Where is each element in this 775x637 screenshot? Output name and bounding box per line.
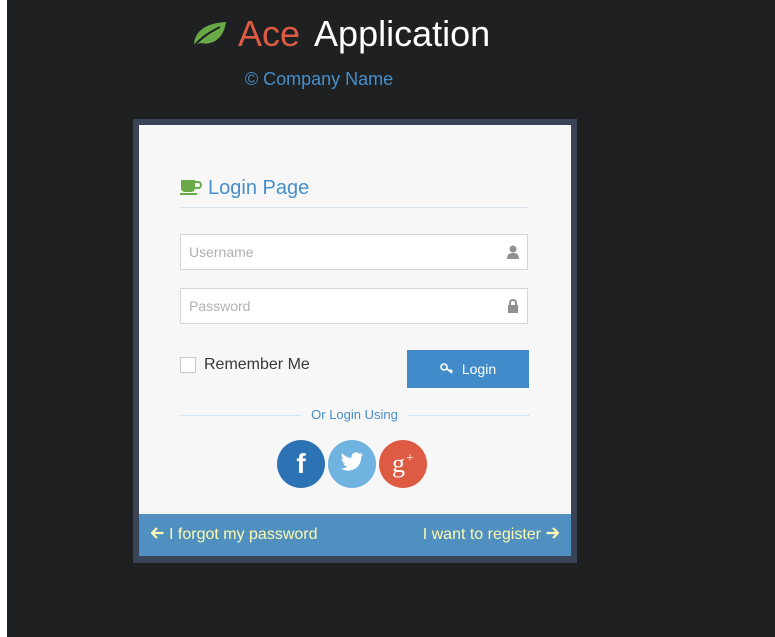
twitter-button[interactable] bbox=[328, 440, 376, 488]
google-plus-g: g bbox=[392, 449, 406, 478]
login-button[interactable]: Login bbox=[407, 350, 529, 388]
brand-application-text: Application bbox=[314, 13, 491, 54]
forgot-password-link[interactable]: I forgot my password bbox=[150, 526, 318, 544]
twitter-icon bbox=[340, 451, 364, 477]
lock-icon bbox=[507, 298, 519, 313]
login-widget: Login Page Remember Me bbox=[139, 125, 571, 556]
brand-ace-text: Ace bbox=[238, 13, 301, 54]
username-field bbox=[180, 234, 528, 270]
login-header: Login Page bbox=[180, 173, 529, 208]
register-link[interactable]: I want to register bbox=[422, 526, 560, 544]
social-login-buttons: f g+ bbox=[277, 440, 427, 488]
facebook-icon: f bbox=[296, 448, 306, 479]
forgot-password-label: I forgot my password bbox=[169, 526, 318, 543]
google-plus-button[interactable]: g+ bbox=[379, 440, 427, 488]
user-icon bbox=[507, 245, 519, 259]
password-field bbox=[180, 288, 528, 324]
key-icon bbox=[440, 361, 454, 377]
arrow-left-icon bbox=[150, 526, 164, 544]
login-header-title: Login Page bbox=[208, 177, 310, 199]
divider-line-left bbox=[180, 414, 302, 416]
login-toolbar: I forgot my password I want to register bbox=[139, 514, 571, 556]
google-plus-sign: + bbox=[406, 451, 414, 467]
register-label: I want to register bbox=[422, 526, 541, 543]
login-button-label: Login bbox=[461, 361, 497, 377]
facebook-button[interactable]: f bbox=[277, 440, 325, 488]
username-input[interactable] bbox=[181, 235, 527, 269]
google-plus-icon: g+ bbox=[392, 449, 414, 479]
password-input[interactable] bbox=[181, 289, 527, 323]
coffee-icon bbox=[180, 177, 202, 197]
social-divider: Or Login Using bbox=[180, 407, 529, 423]
remember-me[interactable]: Remember Me bbox=[180, 356, 310, 374]
arrow-right-icon bbox=[546, 526, 560, 544]
company-name: © Company Name bbox=[244, 69, 394, 89]
login-box: Login Page Remember Me bbox=[133, 119, 577, 563]
brand-title: Ace Application bbox=[190, 12, 490, 56]
remember-me-checkbox[interactable] bbox=[180, 357, 196, 373]
or-login-using-text: Or Login Using bbox=[311, 407, 398, 422]
remember-me-label: Remember Me bbox=[204, 356, 310, 373]
leaf-icon bbox=[190, 19, 228, 49]
divider-line-right bbox=[407, 414, 529, 416]
